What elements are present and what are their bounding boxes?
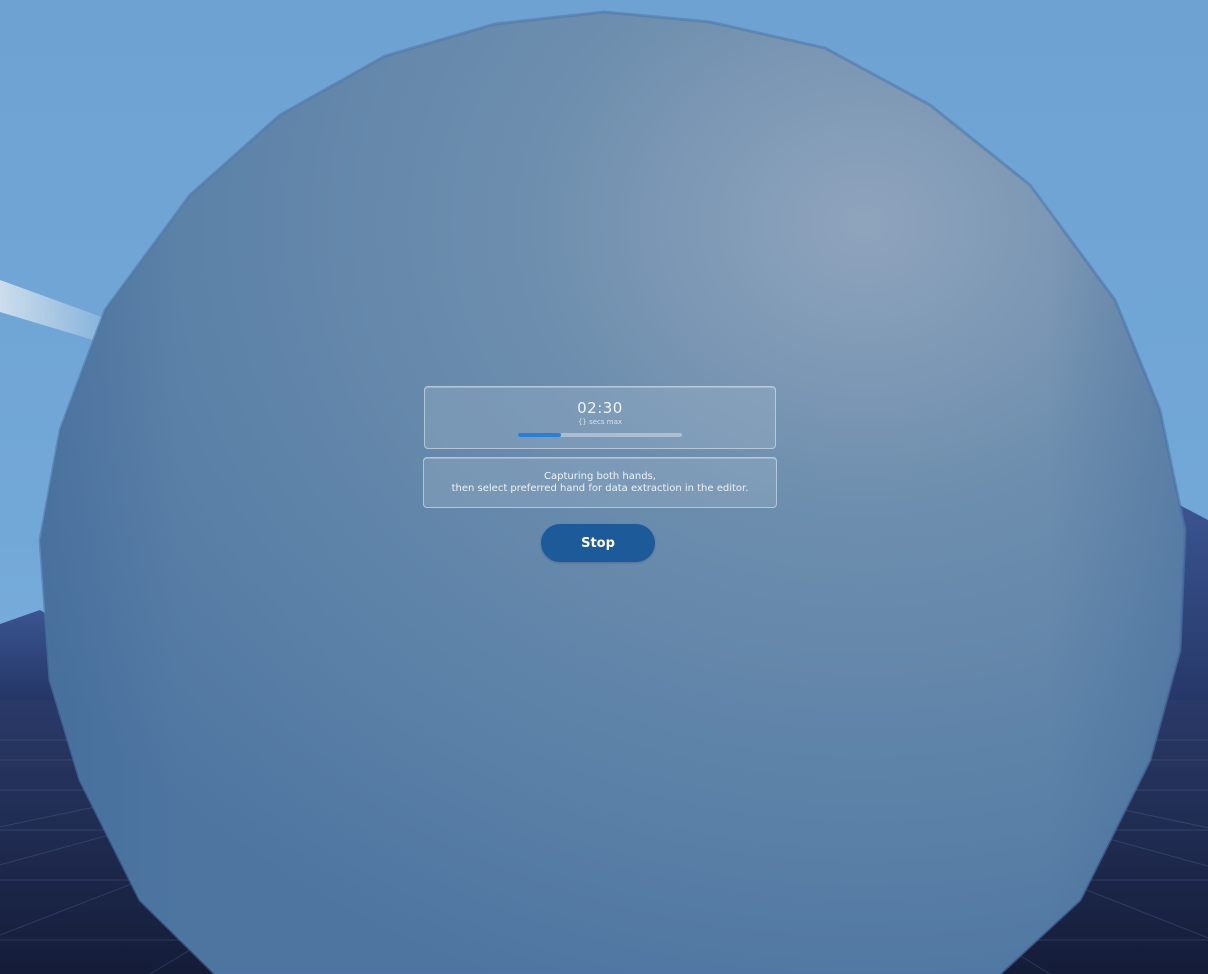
- recording-timer: 02:30: [577, 399, 623, 417]
- vr-scene: 02:30 {} secs max Capturing both hands, …: [0, 0, 1208, 974]
- timer-caption: {} secs max: [577, 418, 623, 426]
- instruction-line-1: Capturing both hands,: [544, 471, 656, 482]
- recording-progress-bar: [518, 433, 682, 437]
- recording-progress-fill: [518, 433, 561, 437]
- timer-panel: 02:30 {} secs max: [424, 386, 776, 449]
- stop-button[interactable]: Stop: [541, 524, 655, 562]
- instruction-panel: Capturing both hands, then select prefer…: [423, 457, 777, 508]
- instruction-line-2: then select preferred hand for data extr…: [451, 483, 749, 494]
